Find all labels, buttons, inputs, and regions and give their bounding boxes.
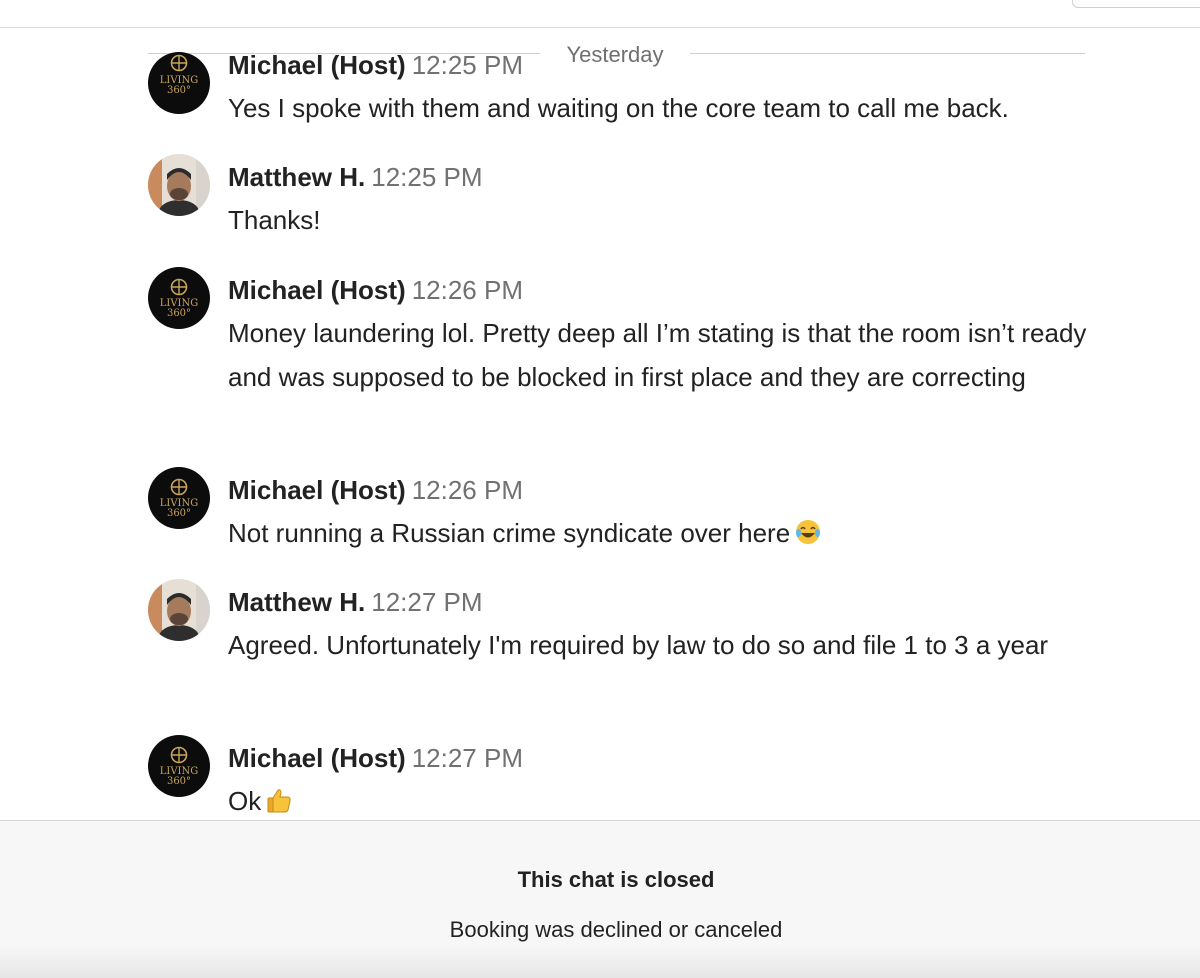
message-author[interactable]: Matthew H.: [228, 162, 365, 192]
host-logo-avatar[interactable]: LIVING 360°: [148, 467, 210, 529]
message-text-content: Ok: [228, 786, 262, 816]
message-text-content: Not running a Russian crime syndicate ov…: [228, 518, 791, 548]
host-logo-avatar[interactable]: LIVING 360°: [148, 735, 210, 797]
svg-text:360°: 360°: [167, 308, 191, 319]
user-photo-icon: [148, 579, 210, 641]
chat-closed-subtitle: Booking was declined or canceled: [449, 917, 783, 942]
message-author[interactable]: Michael (Host): [228, 275, 406, 305]
living360-logo-icon: LIVING 360°: [160, 54, 198, 96]
living360-logo-icon: LIVING 360°: [160, 746, 198, 787]
message-timestamp: 12:26 PM: [411, 275, 523, 305]
guest-photo-avatar[interactable]: [148, 154, 210, 216]
message-text: Money laundering lol. Pretty deep all I’…: [228, 318, 1087, 392]
user-photo-icon: [148, 154, 210, 216]
message-author[interactable]: Matthew H.: [228, 587, 365, 617]
message-author[interactable]: Michael (Host): [228, 743, 406, 773]
top-right-control[interactable]: [1072, 0, 1200, 8]
message-text: Agreed. Unfortunately I'm required by la…: [228, 630, 1049, 660]
message-timestamp: 12:26 PM: [411, 475, 523, 505]
message-header: Matthew H. 12:27 PM: [228, 587, 483, 618]
message-timestamp: 12:27 PM: [371, 587, 483, 617]
message-timestamp: 12:27 PM: [411, 743, 523, 773]
host-logo-avatar[interactable]: LIVING 360°: [148, 267, 210, 329]
message-header: Michael (Host) 12:26 PM: [228, 275, 523, 306]
guest-photo-avatar[interactable]: [148, 579, 210, 641]
message-header: Michael (Host) 12:25 PM: [228, 50, 523, 81]
message-text: Yes I spoke with them and waiting on the…: [228, 93, 1009, 123]
svg-text:360°: 360°: [167, 776, 191, 787]
divider-line-right: [690, 53, 1085, 54]
chat-closed-title: This chat is closed: [517, 867, 715, 892]
laughing-tears-emoji-icon: [794, 515, 822, 559]
message-header: Michael (Host) 12:26 PM: [228, 475, 523, 506]
living360-logo-icon: LIVING 360°: [160, 278, 198, 319]
svg-text:360°: 360°: [167, 85, 191, 96]
message-header: Michael (Host) 12:27 PM: [228, 743, 523, 774]
date-divider-label: Yesterday: [566, 42, 664, 67]
message-text: Thanks!: [228, 205, 321, 235]
living360-logo-icon: LIVING 360°: [160, 478, 198, 519]
message-text: Not running a Russian crime syndicate ov…: [228, 511, 1088, 559]
message-timestamp: 12:25 PM: [411, 50, 523, 80]
top-bar: [0, 0, 1200, 28]
message-timestamp: 12:25 PM: [371, 162, 483, 192]
chat-closed-banner: This chat is closed Booking was declined…: [0, 820, 1200, 978]
chat-window: Yesterday LIVING 360° Michael (Host) 12:2…: [0, 0, 1200, 978]
svg-text:360°: 360°: [167, 508, 191, 519]
message-author[interactable]: Michael (Host): [228, 475, 406, 505]
message-author[interactable]: Michael (Host): [228, 50, 406, 80]
message-header: Matthew H. 12:25 PM: [228, 162, 483, 193]
host-logo-avatar[interactable]: LIVING 360°: [148, 52, 210, 114]
